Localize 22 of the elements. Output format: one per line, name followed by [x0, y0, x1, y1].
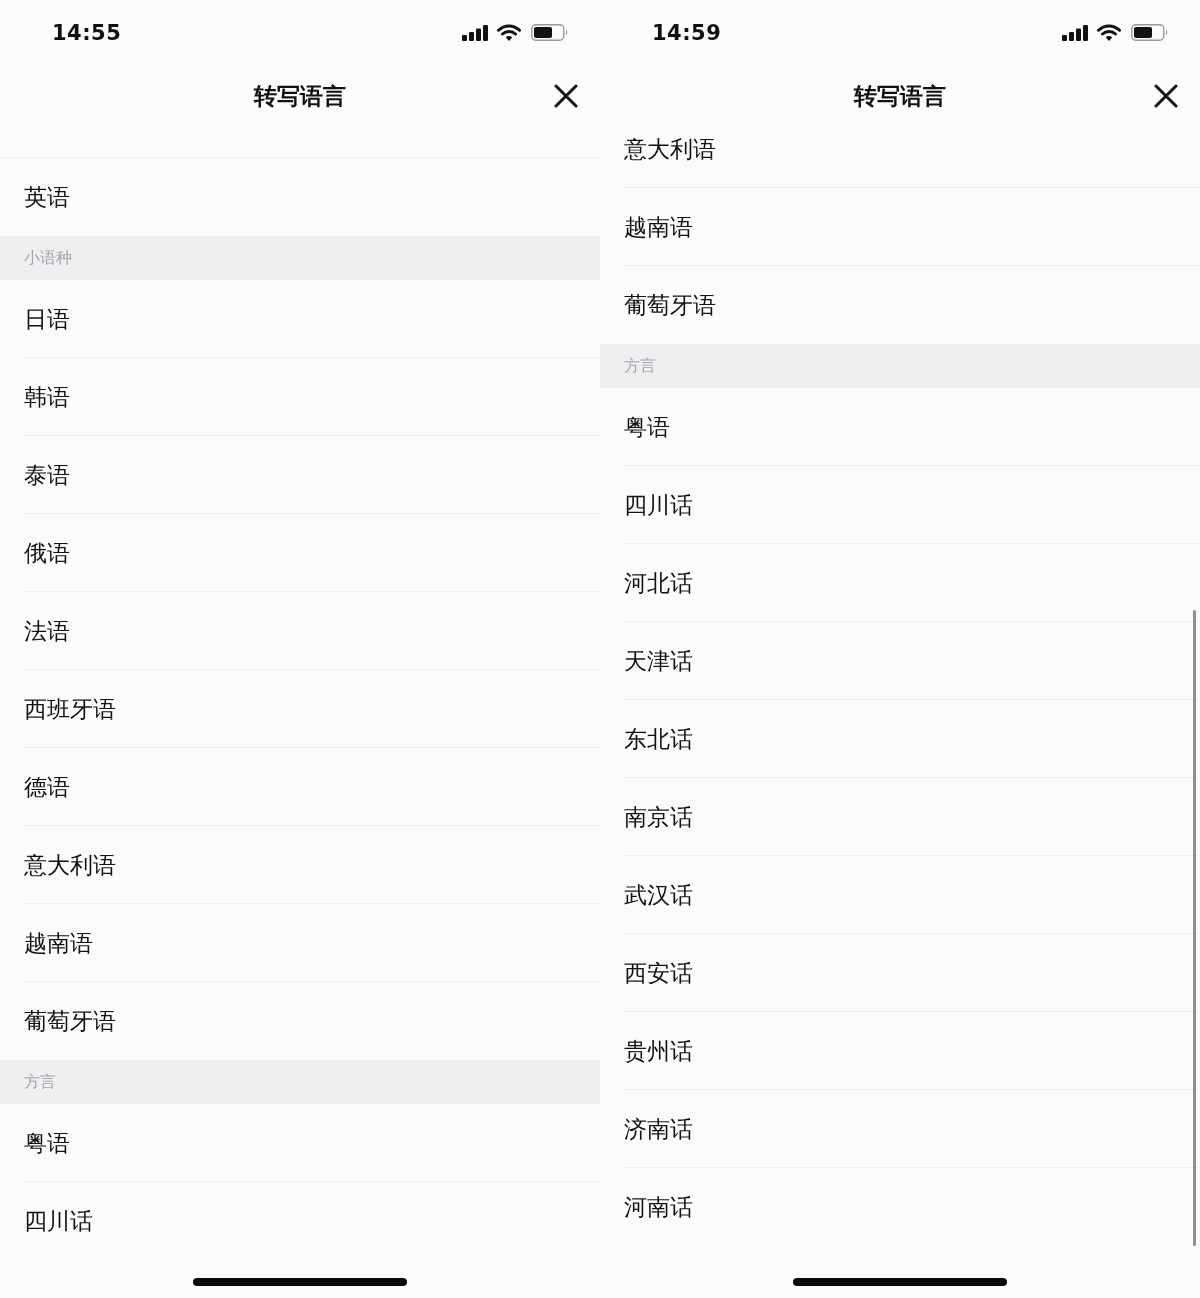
wifi-icon: [1097, 24, 1121, 41]
close-icon: [1154, 84, 1178, 108]
close-button[interactable]: [554, 84, 578, 108]
wifi-icon: [497, 24, 521, 41]
section-header: 方言: [600, 344, 1200, 388]
status-time: 14:55: [52, 20, 122, 45]
section-header: 方言: [0, 1060, 600, 1104]
language-option[interactable]: 四川话: [0, 1182, 600, 1260]
close-icon: [554, 84, 578, 108]
language-option[interactable]: 河南话: [600, 1168, 1200, 1246]
language-option[interactable]: 葡萄牙语: [0, 982, 600, 1060]
signal-icon: [1062, 24, 1089, 41]
close-button[interactable]: [1154, 84, 1178, 108]
battery-icon: [531, 24, 569, 41]
screen-title: 转写语言: [854, 82, 946, 111]
status-time: 14:59: [652, 20, 722, 45]
battery-icon: [1131, 24, 1169, 41]
language-option[interactable]: 英语: [0, 158, 600, 236]
language-option[interactable]: 葡萄牙语: [600, 266, 1200, 344]
section-header: 小语种: [0, 236, 600, 280]
signal-icon: [462, 24, 489, 41]
screen-title: 转写语言: [254, 82, 346, 111]
